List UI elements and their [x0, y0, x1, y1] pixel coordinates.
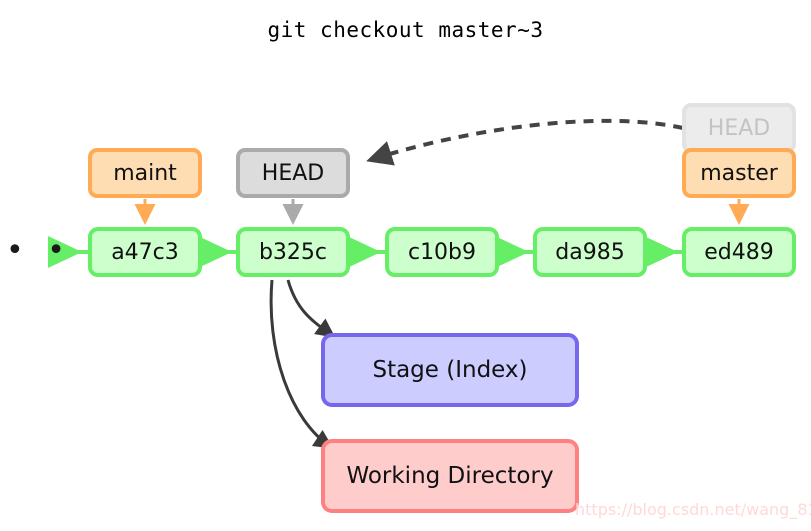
diagram-canvas: git checkout master~3 • • • HEAD maint H…: [0, 0, 811, 531]
commit-to-stage-arrow: [286, 279, 336, 338]
commit-node[interactable]: b325c: [236, 227, 350, 277]
ref-master[interactable]: master: [682, 148, 796, 198]
head-move-dashed-arrow: [366, 118, 684, 166]
ref-maint-label: maint: [113, 160, 177, 186]
commit-label: ed489: [704, 239, 774, 265]
stage-index-box[interactable]: Stage (Index): [321, 333, 579, 407]
commit-label: b325c: [258, 239, 328, 265]
ref-head-previous-label: HEAD: [707, 115, 771, 141]
commit-node[interactable]: c10b9: [385, 227, 499, 277]
stage-index-label: Stage (Index): [372, 357, 528, 383]
watermark: https://blog.csdn.net/wang_8101: [575, 500, 811, 519]
commit-node[interactable]: a47c3: [88, 227, 202, 277]
ref-head-current[interactable]: HEAD: [236, 148, 350, 198]
ref-head-current-label: HEAD: [261, 160, 325, 186]
working-directory-box[interactable]: Working Directory: [321, 439, 579, 513]
commit-label: da985: [555, 239, 625, 265]
commit-node[interactable]: da985: [533, 227, 647, 277]
working-directory-label: Working Directory: [346, 463, 554, 489]
ref-master-label: master: [700, 160, 778, 186]
commit-node[interactable]: ed489: [682, 227, 796, 277]
commit-label: c10b9: [407, 239, 477, 265]
commit-label: a47c3: [111, 239, 179, 265]
ref-maint[interactable]: maint: [88, 148, 202, 198]
page-title: git checkout master~3: [267, 18, 544, 42]
ref-head-previous[interactable]: HEAD: [682, 103, 796, 153]
